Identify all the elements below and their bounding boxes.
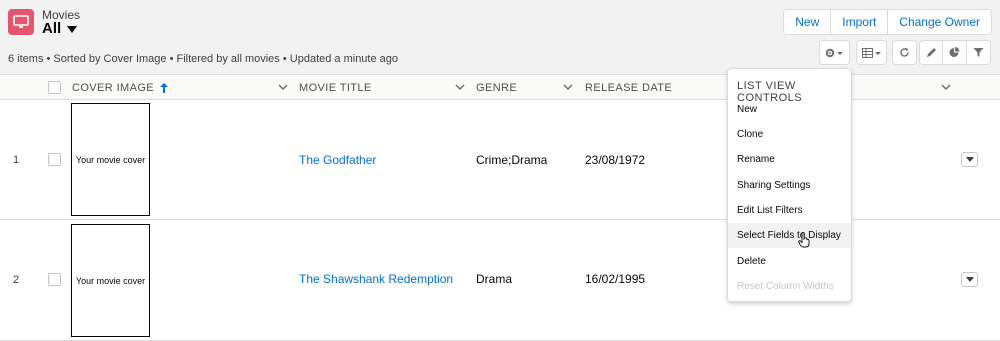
row-actions-button[interactable] <box>961 152 978 167</box>
checkbox[interactable] <box>48 81 61 94</box>
chevron-down-icon[interactable] <box>455 75 465 100</box>
arrow-up-icon <box>160 82 169 93</box>
import-button[interactable]: Import <box>830 10 888 34</box>
caret-down-icon <box>67 26 78 33</box>
column-label: RELEASE DATE <box>585 81 673 94</box>
row-actions-button[interactable] <box>961 272 978 287</box>
pencil-icon[interactable] <box>919 40 943 65</box>
menu-item-clone[interactable]: Clone <box>728 122 851 147</box>
caret-down-icon <box>965 277 974 282</box>
action-button-group: New Import Change Owner <box>783 9 992 35</box>
monitor-icon <box>8 9 34 35</box>
list-status: 6 items • Sorted by Cover Image • Filter… <box>8 53 399 65</box>
movie-title-link[interactable]: The Shawshank Redemption <box>299 272 453 286</box>
hand-cursor-icon <box>798 232 810 248</box>
chevron-down-icon[interactable] <box>563 75 573 100</box>
list-view-switcher[interactable]: All <box>42 20 78 37</box>
row-checkbox[interactable] <box>48 273 61 286</box>
genre-cell: Drama <box>476 272 513 286</box>
column-header-cover-image[interactable]: COVER IMAGE <box>72 75 169 100</box>
menu-item-rename[interactable]: Rename <box>728 147 851 172</box>
cover-image: Your movie cover <box>71 224 150 337</box>
menu-item-edit-list-filters[interactable]: Edit List Filters <box>728 198 851 223</box>
chevron-down-icon[interactable] <box>941 75 951 100</box>
gear-icon[interactable] <box>819 40 850 65</box>
refresh-icon[interactable] <box>892 40 917 65</box>
display-as-button[interactable] <box>856 40 887 65</box>
refresh-button[interactable] <box>892 40 917 65</box>
list-view-header: Movies All 6 items • Sorted by Cover Ima… <box>0 0 1000 75</box>
row-number: 2 <box>13 274 20 286</box>
row-number: 1 <box>13 154 20 166</box>
menu-item-new[interactable]: New <box>728 97 851 122</box>
cover-image: Your movie cover <box>71 103 150 216</box>
menu-item-reset-column-widths: Reset Column Widths <box>737 281 834 292</box>
menu-item-sharing-settings[interactable]: Sharing Settings <box>728 173 851 198</box>
checkbox[interactable] <box>48 153 61 166</box>
column-label: COVER IMAGE <box>72 81 155 94</box>
caret-down-icon <box>965 157 974 162</box>
row-checkbox[interactable] <box>48 153 61 166</box>
genre-cell: Crime;Drama <box>476 153 548 167</box>
release-date-cell: 16/02/1995 <box>585 272 646 286</box>
column-header-release-date[interactable]: RELEASE DATE <box>585 75 672 100</box>
list-view-controls-button[interactable] <box>819 40 850 65</box>
column-label: MOVIE TITLE <box>299 81 372 94</box>
checkbox[interactable] <box>48 273 61 286</box>
column-label: GENRE <box>476 81 518 94</box>
filter-icon[interactable] <box>967 40 991 65</box>
column-header-movie-title[interactable]: MOVIE TITLE <box>299 75 372 100</box>
menu-item-delete[interactable]: Delete <box>728 249 851 274</box>
chevron-down-icon[interactable] <box>278 75 288 100</box>
change-owner-button[interactable]: Change Owner <box>887 10 991 34</box>
menu-item-select-fields[interactable]: Select Fields to Display <box>728 223 851 248</box>
release-date-cell: 23/08/1972 <box>585 153 646 167</box>
movie-title-link[interactable]: The Godfather <box>299 153 376 167</box>
new-button[interactable]: New <box>784 10 831 34</box>
chart-icon[interactable] <box>943 40 967 65</box>
select-all-checkbox[interactable] <box>48 75 61 100</box>
table-icon[interactable] <box>856 40 887 65</box>
edit-chart-filter-group <box>919 40 991 65</box>
list-view-controls-menu: LIST VIEW CONTROLS New Clone Rename Shar… <box>727 68 852 302</box>
list-view-name: All <box>42 20 62 37</box>
column-header-genre[interactable]: GENRE <box>476 75 517 100</box>
